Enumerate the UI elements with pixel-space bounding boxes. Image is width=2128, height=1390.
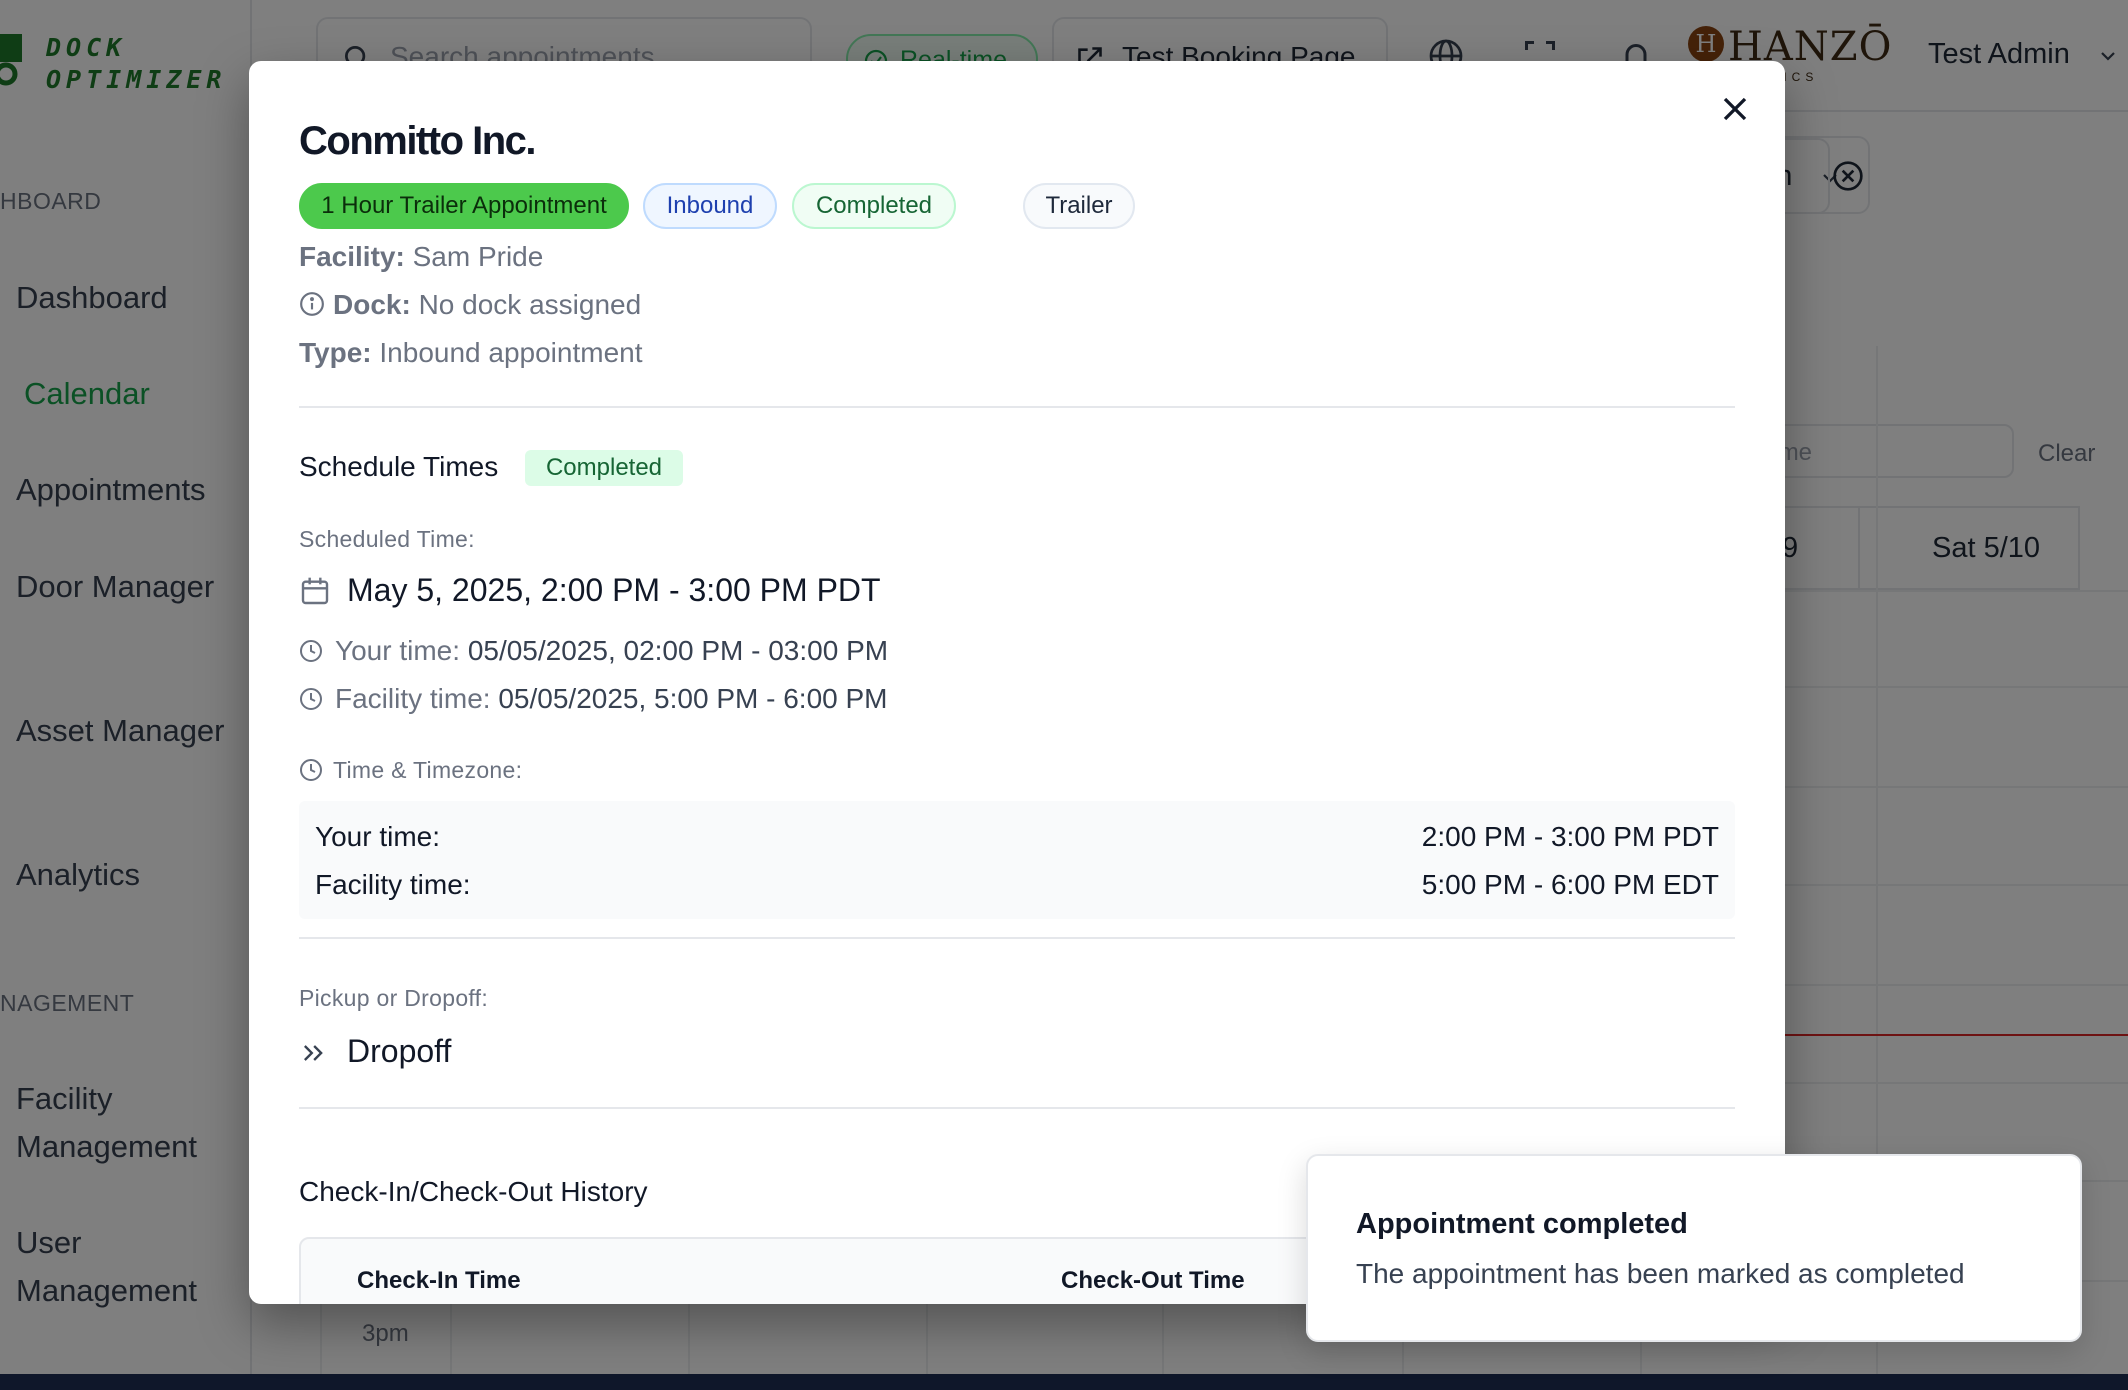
toast-title: Appointment completed [1356,1208,1688,1240]
type-line: Type: Inbound appointment [299,337,643,369]
dock-line: Dock: No dock assigned [299,289,641,321]
facility-time-value: 05/05/2025, 5:00 PM - 6:00 PM [498,683,888,714]
pickup-dropoff-label: Pickup or Dropoff: [299,985,489,1011]
direction-badge: Inbound [643,183,777,229]
facility-label: Facility: [299,241,405,272]
clock-icon [300,759,322,781]
your-time-label: Your time: [335,635,461,666]
equipment-badge: Trailer [1023,183,1135,229]
dock-value: No dock assigned [418,289,642,320]
type-label: Type: [299,337,372,368]
info-icon [300,292,324,316]
tz-facility-time-key: Facility time: [315,869,471,900]
scheduled-time-value: May 5, 2025, 2:00 PM - 3:00 PM PDT [347,572,881,608]
type-value: Inbound appointment [379,337,643,368]
divider [299,1107,1735,1109]
divider [299,406,1735,408]
toast-message: The appointment has been marked as compl… [1356,1258,1965,1289]
dock-label: Dock: [333,289,411,320]
your-time-row: Your time: 05/05/2025, 02:00 PM - 03:00 … [299,635,888,667]
scheduled-time-label: Scheduled Time: [299,526,475,552]
time-timezone-text: Time & Timezone: [333,757,523,783]
calendar-icon [301,577,329,605]
clock-icon [300,640,322,662]
status-badge: Completed [792,183,956,229]
timezone-box: Your time: 2:00 PM - 3:00 PM PDT Facilit… [299,801,1735,919]
schedule-status-chip: Completed [525,450,683,486]
check-out-header: Check-Out Time [1061,1267,1245,1294]
check-history-title: Check-In/Check-Out History [299,1176,648,1207]
facility-line: Facility: Sam Pride [299,241,543,273]
tz-your-time-key: Your time: [315,821,441,852]
facility-time-row: Facility time: 05/05/2025, 5:00 PM - 6:0… [299,683,888,715]
close-icon[interactable] [1715,89,1755,129]
facility-time-label: Facility time: [335,683,491,714]
time-timezone-label: Time & Timezone: [299,757,522,784]
chevrons-right-icon [304,1045,323,1061]
clock-icon [300,688,322,710]
appointment-type-badge: 1 Hour Trailer Appointment [299,183,629,229]
tz-your-time-value: 2:00 PM - 3:00 PM PDT [1421,821,1719,852]
bottom-strip [0,1374,2128,1390]
divider [299,937,1735,939]
schedule-times-title: Schedule Times [299,451,499,482]
pickup-dropoff-value: Dropoff [347,1033,452,1069]
appointment-details-modal: Conmitto Inc. 1 Hour Trailer Appointment… [249,61,1785,1304]
tz-facility-time-value: 5:00 PM - 6:00 PM EDT [1421,869,1719,900]
toast-notification[interactable]: Appointment completed The appointment ha… [1306,1154,2082,1342]
check-in-header: Check-In Time [357,1267,521,1294]
your-time-value: 05/05/2025, 02:00 PM - 03:00 PM [467,635,889,666]
carrier-title: Conmitto Inc. [299,119,537,163]
facility-value: Sam Pride [412,241,544,272]
